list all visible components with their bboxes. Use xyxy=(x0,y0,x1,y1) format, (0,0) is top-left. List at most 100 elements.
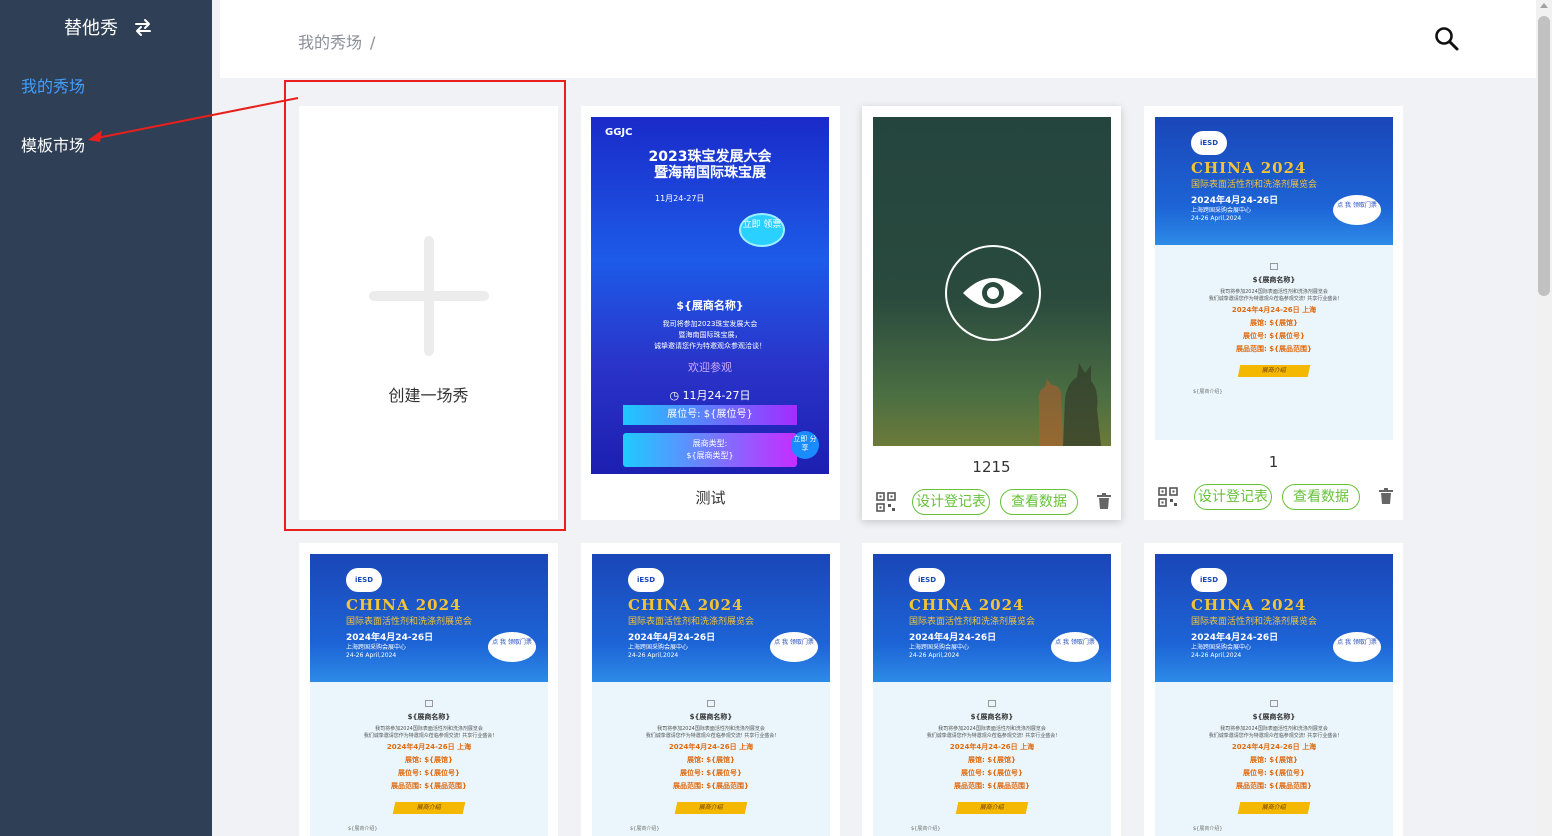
poster-title: CHINA 2024 xyxy=(1191,596,1307,614)
view-data-button[interactable]: 查看数据 xyxy=(1282,484,1360,510)
poster-venue: 上海跨国采购会展中心 24-26 April,2024 xyxy=(1191,207,1252,222)
design-form-button[interactable]: 设计登记表 xyxy=(912,489,990,515)
show-thumbnail[interactable]: iESD CHINA 2024 国际表面活性剂和洗涤剂展览会 2024年4月24… xyxy=(1155,117,1393,440)
show-title: 测试 xyxy=(695,489,726,507)
poster-line-booth: 展位号: ${展位号} xyxy=(1242,332,1306,340)
plus-icon xyxy=(368,236,489,356)
scroll-thumb[interactable] xyxy=(1538,16,1550,296)
poster-title: 2023珠宝发展大会 暨海南国际珠宝展 xyxy=(648,149,772,181)
poster-logo: iESD xyxy=(909,568,945,592)
sidebar-item-template-market[interactable]: 模板市场 xyxy=(21,132,85,156)
broken-image-icon xyxy=(1270,263,1278,270)
poster-subtitle: 国际表面活性剂和洗涤剂展览会 xyxy=(1191,617,1318,627)
poster-logo: iESD xyxy=(1191,131,1227,155)
poster-date: 2024年4月24-26日 xyxy=(1191,196,1279,206)
swap-icon[interactable] xyxy=(132,16,154,38)
show-thumbnail[interactable]: iESD CHINA 2024 国际表面活性剂和洗涤剂展览会 2024年4月24… xyxy=(873,554,1111,836)
poster-line-booth: 展位号: ${展位号} xyxy=(397,769,461,777)
poster-date: 11月24-27日 xyxy=(655,194,705,203)
trash-icon[interactable] xyxy=(1097,493,1111,509)
poster-line-range: 展品范围: ${展品范围} xyxy=(1235,782,1313,790)
show-card[interactable]: iESD CHINA 2024 国际表面活性剂和洗涤剂展览会 2024年4月24… xyxy=(862,543,1121,836)
poster-logo: iESD xyxy=(346,568,382,592)
poster-logo: GGJC xyxy=(605,127,633,138)
poster-ticket-badge: 点 我 领取门票 xyxy=(770,632,818,662)
poster-intro-button: 展商介绍 xyxy=(1237,802,1311,814)
sidebar: 替他秀 我的秀场 模板市场 xyxy=(0,0,212,836)
breadcrumb: 我的秀场 / xyxy=(298,29,375,53)
qr-code-icon[interactable] xyxy=(1158,487,1178,507)
poster-line-hall: 展馆: ${展馆} xyxy=(404,756,454,764)
top-bar: 我的秀场 / xyxy=(220,0,1536,78)
show-card[interactable]: iESD CHINA 2024 国际表面活性剂和洗涤剂展览会 2024年4月24… xyxy=(1144,106,1403,520)
qr-code-icon[interactable] xyxy=(876,492,896,512)
poster-date: 2024年4月24-26日 xyxy=(346,633,434,643)
poster-exhibitor: ${展商名称} xyxy=(970,713,1014,721)
sidebar-item-my-shows[interactable]: 我的秀场 xyxy=(21,73,85,97)
show-card[interactable]: iESD CHINA 2024 国际表面活性剂和洗涤剂展览会 2024年4月24… xyxy=(581,543,840,836)
broken-image-icon xyxy=(707,700,715,707)
poster-subtitle: 国际表面活性剂和洗涤剂展览会 xyxy=(346,617,473,627)
poster-venue: 上海跨国采购会展中心 24-26 April,2024 xyxy=(909,644,970,659)
poster-line-hall: 展馆: ${展馆} xyxy=(1249,319,1299,327)
poster-intro-button: 展商介绍 xyxy=(392,802,466,814)
show-card[interactable]: iESD CHINA 2024 国际表面活性剂和洗涤剂展览会 2024年4月24… xyxy=(1144,543,1403,836)
poster-intro-text: ${展商介绍} xyxy=(1193,826,1223,832)
show-thumbnail[interactable]: iESD CHINA 2024 国际表面活性剂和洗涤剂展览会 2024年4月24… xyxy=(592,554,830,836)
breadcrumb-separator: / xyxy=(370,33,376,52)
poster-date: 2024年4月24-26日 xyxy=(628,633,716,643)
show-card[interactable]: 1215 设计登记表 查看数据 xyxy=(862,106,1121,520)
show-thumbnail[interactable]: GGJC 2023珠宝发展大会 暨海南国际珠宝展 11月24-27日 立即 领票… xyxy=(591,117,829,474)
poster-line-hall: 展馆: ${展馆} xyxy=(967,756,1017,764)
brand-title: 替他秀 xyxy=(64,18,118,39)
preview-eye-icon[interactable] xyxy=(945,245,1041,341)
poster-venue: 上海跨国采购会展中心 24-26 April,2024 xyxy=(346,644,407,659)
show-thumbnail[interactable] xyxy=(873,117,1111,446)
poster-logo: iESD xyxy=(1191,568,1227,592)
poster-welcome: 欢迎参观 xyxy=(688,361,732,374)
view-data-button[interactable]: 查看数据 xyxy=(1000,489,1078,515)
poster-line-date: 2024年4月24-26日 上海 xyxy=(1231,743,1317,751)
poster-line-date: 2024年4月24-26日 上海 xyxy=(1231,306,1317,314)
search-icon[interactable] xyxy=(1434,26,1460,52)
poster-exhibitor: ${展商名称} xyxy=(1252,713,1296,721)
poster-invitation-text: 我司将参加2024国际表面活性剂和洗涤剂展览会 我们诚挚邀请您作为特邀观众莅临参… xyxy=(926,726,1058,739)
design-form-button[interactable]: 设计登记表 xyxy=(1194,484,1272,510)
poster-invitation-text: 我司将参加2023珠宝发展大会 暨海南国际珠宝展， 诚挚邀请您作为特邀观众参观洽… xyxy=(654,320,766,350)
poster-line-range: 展品范围: ${展品范围} xyxy=(672,782,750,790)
create-show-card[interactable]: 创建一场秀 xyxy=(299,106,558,520)
poster-line-hall: 展馆: ${展馆} xyxy=(686,756,736,764)
show-card[interactable]: iESD CHINA 2024 国际表面活性剂和洗涤剂展览会 2024年4月24… xyxy=(299,543,558,836)
create-show-label: 创建一场秀 xyxy=(388,386,469,405)
poster-date: 2024年4月24-26日 xyxy=(1191,633,1279,643)
poster-exhibitor: ${展商名称} xyxy=(1252,276,1296,284)
poster-ticket-badge: 点 我 领取门票 xyxy=(1051,632,1099,662)
poster-date: 2024年4月24-26日 xyxy=(909,633,997,643)
poster-venue: 上海跨国采购会展中心 24-26 April,2024 xyxy=(1191,644,1252,659)
poster-invitation-text: 我司将参加2024国际表面活性剂和洗涤剂展览会 我们诚挚邀请您作为特邀观众莅临参… xyxy=(1208,726,1340,739)
show-card[interactable]: GGJC 2023珠宝发展大会 暨海南国际珠宝展 11月24-27日 立即 领票… xyxy=(581,106,840,520)
show-thumbnail[interactable]: iESD CHINA 2024 国际表面活性剂和洗涤剂展览会 2024年4月24… xyxy=(1155,554,1393,836)
poster-line-hall: 展馆: ${展馆} xyxy=(1249,756,1299,764)
trash-icon[interactable] xyxy=(1379,488,1393,504)
poster-invitation-text: 我司将参加2024国际表面活性剂和洗涤剂展览会 我们诚挚邀请您作为特邀观众莅临参… xyxy=(1208,289,1340,302)
poster-subtitle: 国际表面活性剂和洗涤剂展览会 xyxy=(909,617,1036,627)
scroll-up-arrow[interactable] xyxy=(1540,3,1548,8)
poster-line-date: 2024年4月24-26日 上海 xyxy=(949,743,1035,751)
brand: 替他秀 xyxy=(64,14,154,40)
cat-dog-silhouette xyxy=(1038,363,1101,446)
poster-invitation-text: 我司将参加2024国际表面活性剂和洗涤剂展览会 我们诚挚邀请您作为特邀观众莅临参… xyxy=(363,726,495,739)
poster-intro-text: ${展商介绍} xyxy=(348,826,378,832)
breadcrumb-item[interactable]: 我的秀场 xyxy=(298,33,362,52)
poster-intro-button: 展商介绍 xyxy=(674,802,748,814)
poster-intro-button: 展商介绍 xyxy=(955,802,1029,814)
poster-exhibitor: ${展商名称} xyxy=(407,713,451,721)
poster-line-booth: 展位号: ${展位号} xyxy=(679,769,743,777)
poster-line-range: 展品范围: ${展品范围} xyxy=(953,782,1031,790)
poster-logo: iESD xyxy=(628,568,664,592)
scrollbar[interactable] xyxy=(1536,0,1552,836)
show-thumbnail[interactable]: iESD CHINA 2024 国际表面活性剂和洗涤剂展览会 2024年4月24… xyxy=(310,554,548,836)
poster-line-booth: 展位号: ${展位号} xyxy=(960,769,1024,777)
show-title: 1 xyxy=(1268,453,1279,471)
poster-venue: 上海跨国采购会展中心 24-26 April,2024 xyxy=(628,644,689,659)
